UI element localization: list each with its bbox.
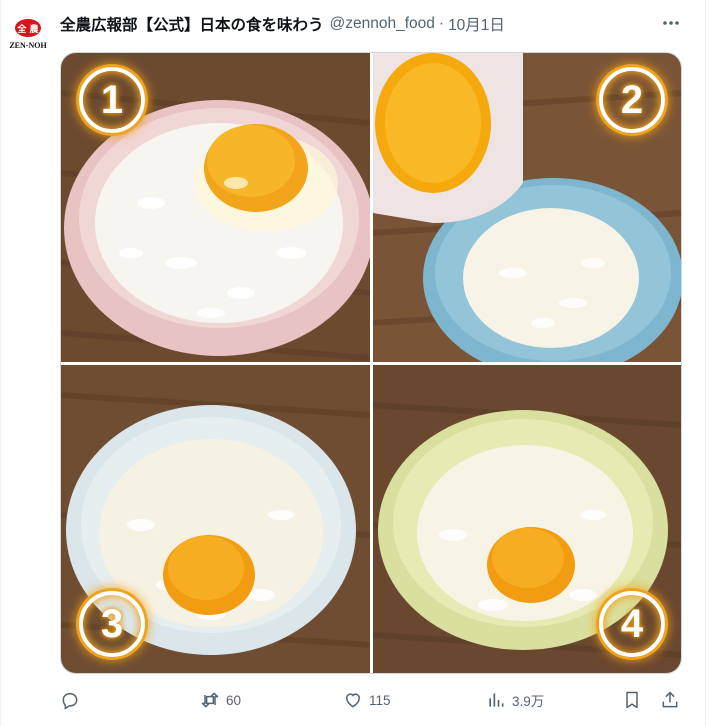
tweet-header: 全農広報部【公式】日本の食を味わう @zennoh_food · 10月1日 [60, 10, 505, 38]
tweet-date[interactable]: 10月1日 [448, 13, 505, 35]
retweet-count: 60 [226, 692, 242, 708]
views-count: 3.9万 [512, 694, 545, 709]
like-button[interactable]: 115 [343, 680, 391, 720]
views-button[interactable]: 3.9万 [486, 680, 544, 720]
badge-number: 3 [79, 591, 145, 657]
retweet-button[interactable]: 60 [200, 680, 241, 720]
reply-button[interactable] [60, 680, 86, 720]
avatar[interactable]: 全 農 ZEN-NOH [6, 17, 50, 51]
badge-number: 1 [79, 67, 145, 133]
timeline-border-right [705, 0, 706, 726]
photo-3[interactable]: 3 [61, 365, 370, 673]
share-button[interactable] [660, 680, 686, 720]
author-handle[interactable]: @zennoh_food [330, 15, 435, 33]
photo-1[interactable]: 1 [61, 53, 370, 362]
share-icon [662, 691, 678, 708]
header-separator: · [438, 15, 445, 32]
like-count: 115 [369, 692, 391, 708]
bookmark-button[interactable] [622, 680, 648, 720]
bookmark-icon [626, 691, 638, 709]
timeline-border-left [0, 0, 1, 726]
more-horizontal-icon[interactable] [657, 9, 685, 37]
analytics-icon [489, 693, 504, 707]
author-name[interactable]: 全農広報部【公式】日本の食を味わう [60, 13, 324, 35]
tweet-actions: 60 115 3.9万 [0, 680, 710, 720]
avatar-brand-text: ZEN-NOH [9, 41, 47, 50]
badge-number: 2 [599, 67, 665, 133]
photo-4[interactable]: 4 [373, 365, 681, 673]
retweet-icon [201, 692, 219, 708]
photo-2[interactable]: 2 [373, 53, 681, 362]
badge-number: 4 [599, 591, 665, 657]
tweet-media-grid[interactable]: 1 2 3 4 [60, 52, 682, 674]
heart-icon [345, 693, 361, 708]
avatar-logo-text: 全 農 [16, 23, 39, 35]
reply-icon [62, 693, 78, 710]
